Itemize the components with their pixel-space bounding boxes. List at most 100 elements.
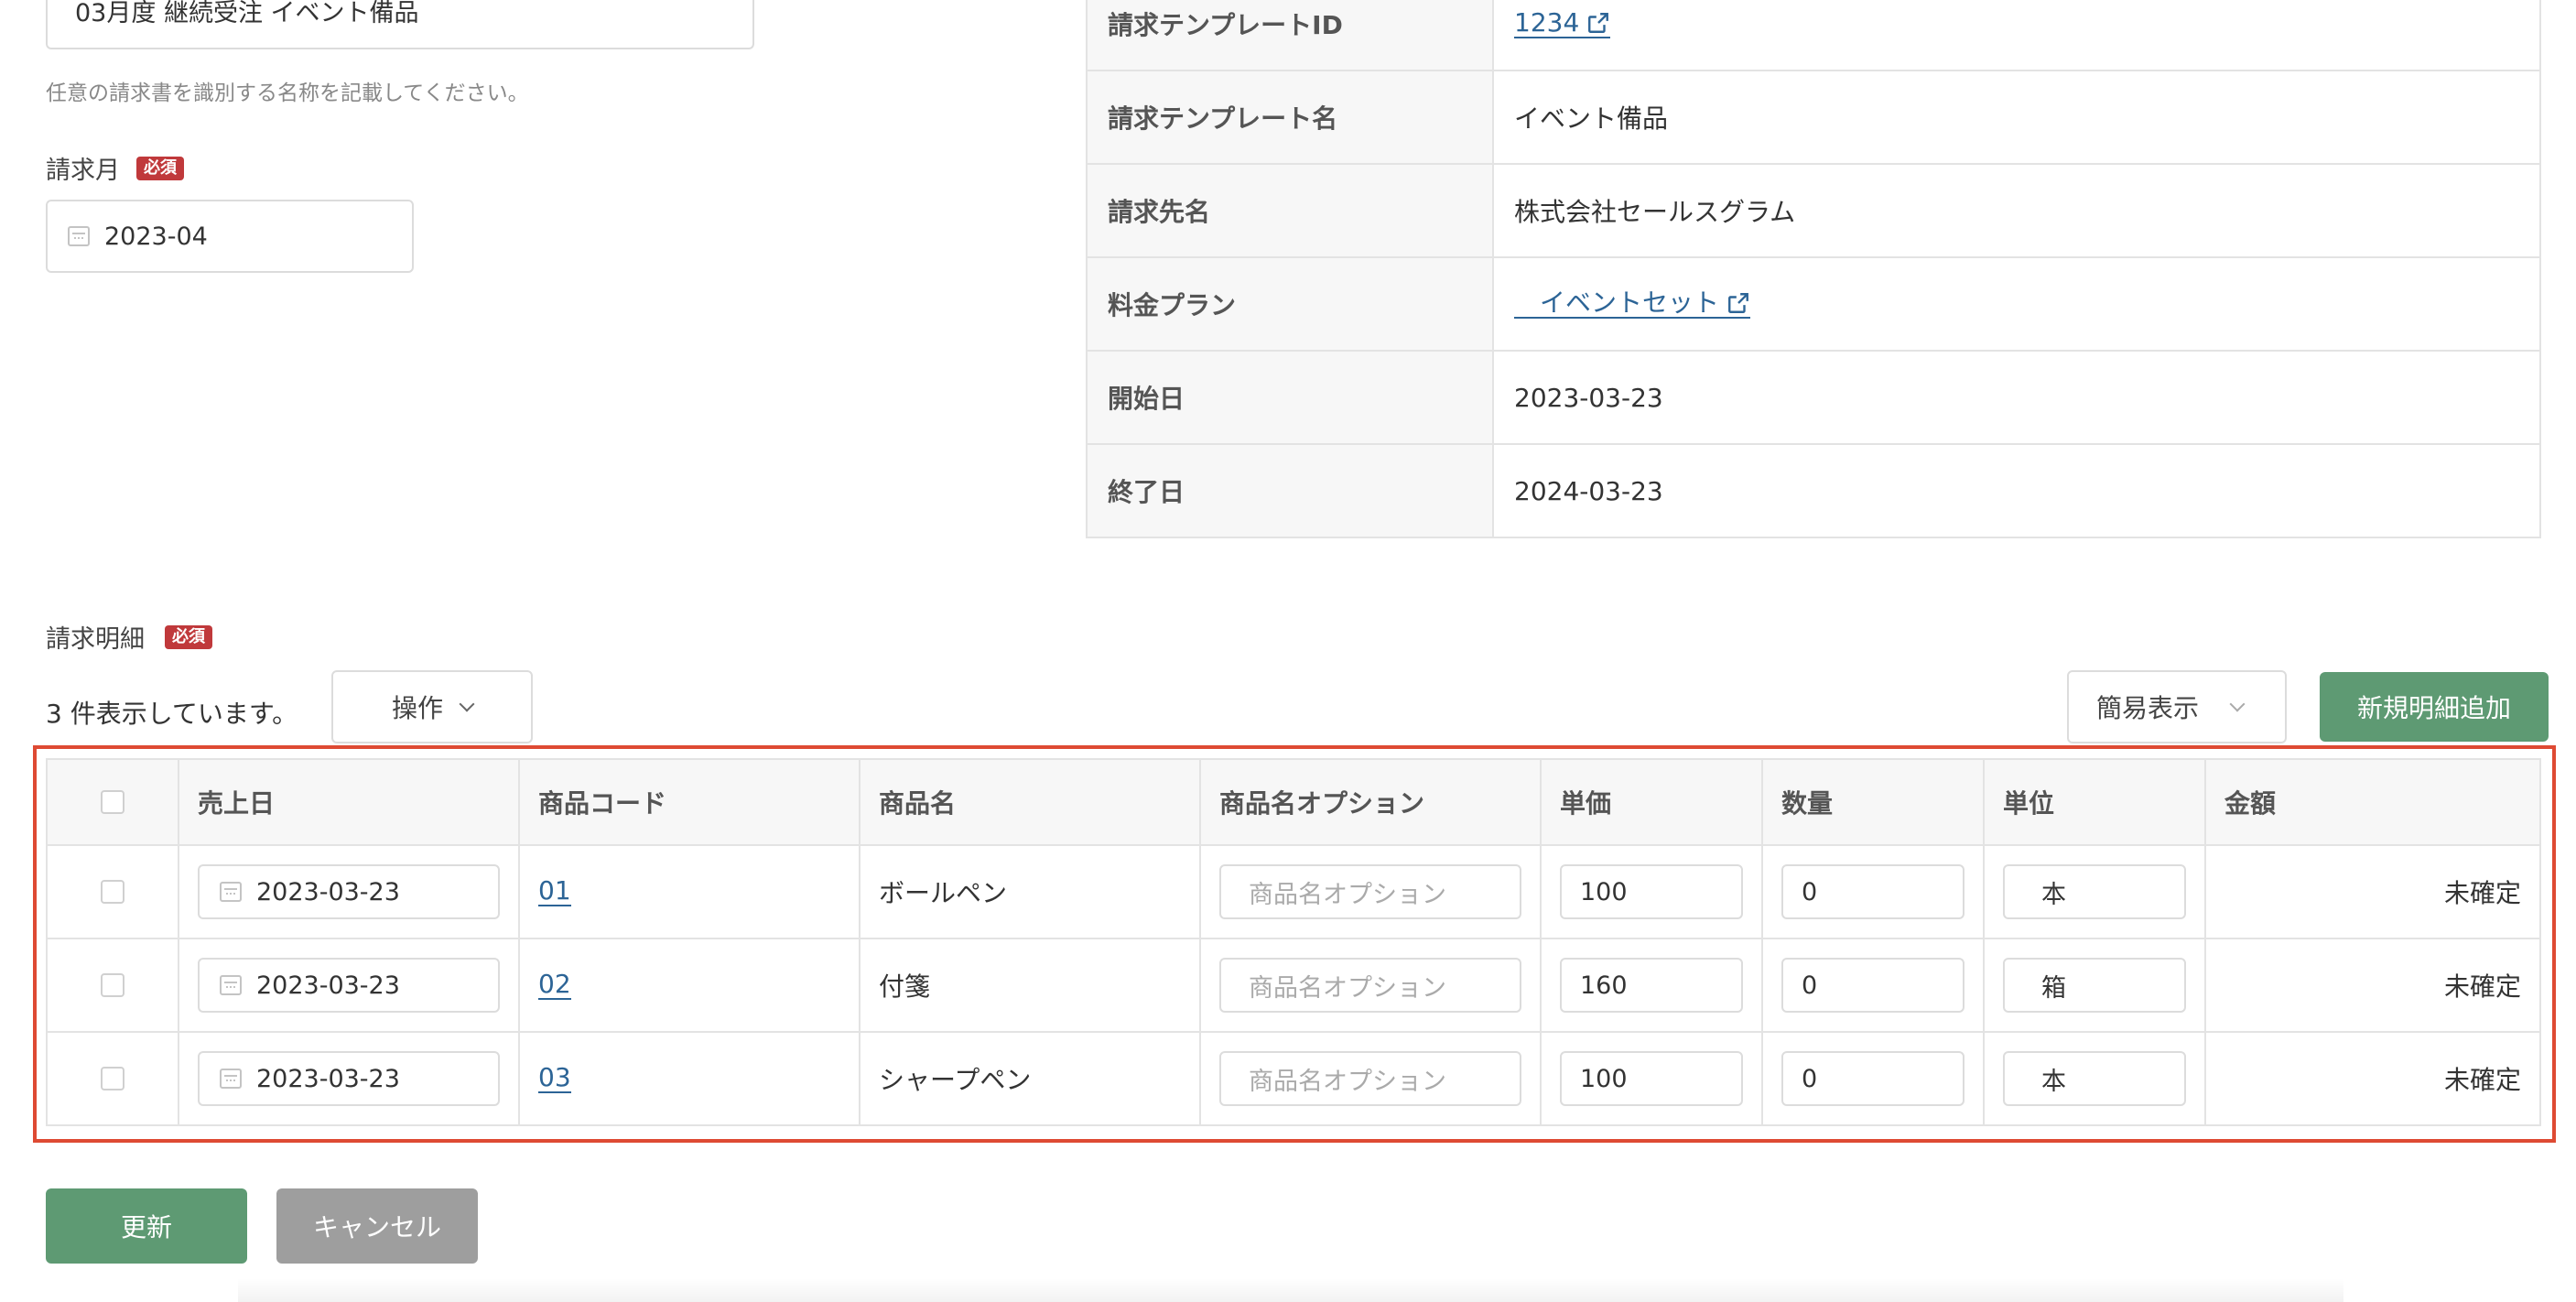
column-header: 商品名 — [860, 760, 1201, 844]
product-name-cell: ボールペン — [860, 846, 1201, 938]
unit-input[interactable]: 本 — [2003, 1051, 2186, 1106]
billing-month-value: 2023-04 — [104, 222, 208, 251]
add-detail-button[interactable]: 新規明細追加 — [2320, 672, 2549, 742]
info-key: 開始日 — [1088, 352, 1494, 443]
unit-cell: 箱 — [1985, 939, 2206, 1031]
product-code-link[interactable]: 03 — [538, 1063, 571, 1094]
pricing-plan-link[interactable]: イベントセット — [1514, 288, 1751, 320]
sales-date-input[interactable]: 2023-03-23 — [198, 1051, 500, 1106]
quantity-input[interactable]: 0 — [1781, 958, 1964, 1013]
table-row: 2023-03-23 02 付箋 商品名オプション 160 0 箱 未確定 — [48, 938, 2539, 1031]
sales-date-input[interactable]: 2023-03-23 — [198, 958, 500, 1013]
required-badge: 必須 — [136, 156, 184, 180]
row-select-cell — [48, 939, 179, 1031]
row-checkbox[interactable] — [101, 880, 124, 904]
column-header: 商品コード — [520, 760, 860, 844]
info-key: 料金プラン — [1088, 258, 1494, 350]
row-checkbox[interactable] — [101, 973, 124, 997]
invoice-name-input[interactable]: 03月度 継続受注 イベント備品 — [46, 0, 754, 49]
info-value: 2024-03-23 — [1514, 475, 1663, 506]
info-row-end-date: 終了日 2024-03-23 — [1088, 443, 2539, 537]
details-table: 売上日 商品コード 商品名 商品名オプション 単価 数量 単位 金額 2023-… — [46, 758, 2541, 1126]
billing-month-label: 請求月 必須 — [46, 150, 184, 186]
row-checkbox[interactable] — [101, 1067, 124, 1090]
column-header: 単価 — [1542, 760, 1763, 844]
info-key: 請求テンプレートID — [1088, 0, 1494, 70]
amount-cell: 未確定 — [2443, 878, 2521, 908]
info-key: 終了日 — [1088, 445, 1494, 537]
product-option-cell: 商品名オプション — [1201, 1033, 1542, 1124]
product-option-input[interactable]: 商品名オプション — [1219, 958, 1521, 1013]
quantity-input[interactable]: 0 — [1781, 864, 1964, 919]
unit-price-cell: 100 — [1542, 1033, 1763, 1124]
chevron-down-icon — [459, 696, 475, 712]
product-option-placeholder: 商品名オプション — [1249, 973, 1446, 1003]
calendar-icon — [220, 882, 242, 902]
select-all-checkbox[interactable] — [101, 790, 124, 814]
template-info-table: 請求テンプレートID 1234 請求テンプレート名 イベント備品 請求先名 株式… — [1086, 0, 2541, 538]
product-name-cell: シャープペン — [860, 1033, 1201, 1124]
actions-dropdown-button[interactable]: 操作 — [331, 670, 533, 743]
unit-price-input[interactable]: 100 — [1560, 1051, 1743, 1106]
unit-input[interactable]: 箱 — [2003, 958, 2186, 1013]
sales-date-cell: 2023-03-23 — [179, 939, 520, 1031]
quantity-cell: 0 — [1763, 939, 1985, 1031]
info-key: 請求テンプレート名 — [1088, 71, 1494, 163]
column-header: 金額 — [2224, 788, 2277, 819]
row-select-cell — [48, 1033, 179, 1124]
table-row: 2023-03-23 03 シャープペン 商品名オプション 100 0 本 未確… — [48, 1031, 2539, 1124]
billing-month-input[interactable]: 2023-04 — [46, 200, 414, 273]
calendar-icon — [220, 1069, 242, 1089]
info-row-template-name: 請求テンプレート名 イベント備品 — [1088, 70, 2539, 163]
details-section-label: 請求明細 必須 — [46, 619, 212, 655]
column-header: 商品名オプション — [1201, 760, 1542, 844]
unit-price-input[interactable]: 160 — [1560, 958, 1743, 1013]
product-code-link[interactable]: 02 — [538, 970, 571, 1001]
unit-price-cell: 160 — [1542, 939, 1763, 1031]
sales-date-input[interactable]: 2023-03-23 — [198, 864, 500, 919]
column-header: 単位 — [1985, 760, 2206, 844]
cancel-button[interactable]: キャンセル — [276, 1188, 478, 1264]
details-count-text: 3 件表示しています。 — [46, 699, 298, 729]
calendar-icon — [68, 226, 90, 246]
row-select-cell — [48, 846, 179, 938]
product-code-cell: 03 — [520, 1033, 860, 1124]
quantity-cell: 0 — [1763, 1033, 1985, 1124]
unit-price-input[interactable]: 100 — [1560, 864, 1743, 919]
external-link-icon — [1588, 13, 1609, 33]
header-select-all-cell — [48, 760, 179, 844]
product-code-link[interactable]: 01 — [538, 876, 571, 907]
template-id-link[interactable]: 1234 — [1514, 8, 1611, 39]
invoice-name-hint: 任意の請求書を識別する名称を記載してください。 — [46, 81, 529, 105]
info-key: 請求先名 — [1088, 165, 1494, 256]
chevron-down-icon — [2229, 696, 2246, 712]
unit-cell: 本 — [1985, 1033, 2206, 1124]
update-button[interactable]: 更新 — [46, 1188, 247, 1264]
column-header: 売上日 — [179, 760, 520, 844]
product-option-input[interactable]: 商品名オプション — [1219, 1051, 1521, 1106]
external-link-icon — [1728, 293, 1748, 313]
sales-date-cell: 2023-03-23 — [179, 846, 520, 938]
info-value: イベントセット — [1494, 258, 2539, 350]
sales-date-cell: 2023-03-23 — [179, 1033, 520, 1124]
quantity-cell: 0 — [1763, 846, 1985, 938]
footer-shadow — [238, 1278, 2343, 1302]
details-table-header: 売上日 商品コード 商品名 商品名オプション 単価 数量 単位 金額 — [48, 760, 2539, 844]
info-row-template-id: 請求テンプレートID 1234 — [1088, 0, 2539, 70]
product-option-placeholder: 商品名オプション — [1249, 880, 1446, 909]
info-row-billing-to: 請求先名 株式会社セールスグラム — [1088, 163, 2539, 256]
required-badge: 必須 — [165, 624, 212, 649]
amount-cell: 未確定 — [2443, 971, 2521, 1002]
view-mode-select[interactable]: 簡易表示 — [2067, 670, 2287, 743]
amount-cell: 未確定 — [2443, 1065, 2521, 1095]
product-name-cell: 付箋 — [860, 939, 1201, 1031]
info-value: 株式会社セールスグラム — [1514, 197, 1796, 227]
product-option-cell: 商品名オプション — [1201, 846, 1542, 938]
quantity-input[interactable]: 0 — [1781, 1051, 1964, 1106]
product-option-cell: 商品名オプション — [1201, 939, 1542, 1031]
product-code-cell: 02 — [520, 939, 860, 1031]
unit-input[interactable]: 本 — [2003, 864, 2186, 919]
info-value: 2023-03-23 — [1514, 382, 1663, 413]
unit-price-cell: 100 — [1542, 846, 1763, 938]
product-option-input[interactable]: 商品名オプション — [1219, 864, 1521, 919]
